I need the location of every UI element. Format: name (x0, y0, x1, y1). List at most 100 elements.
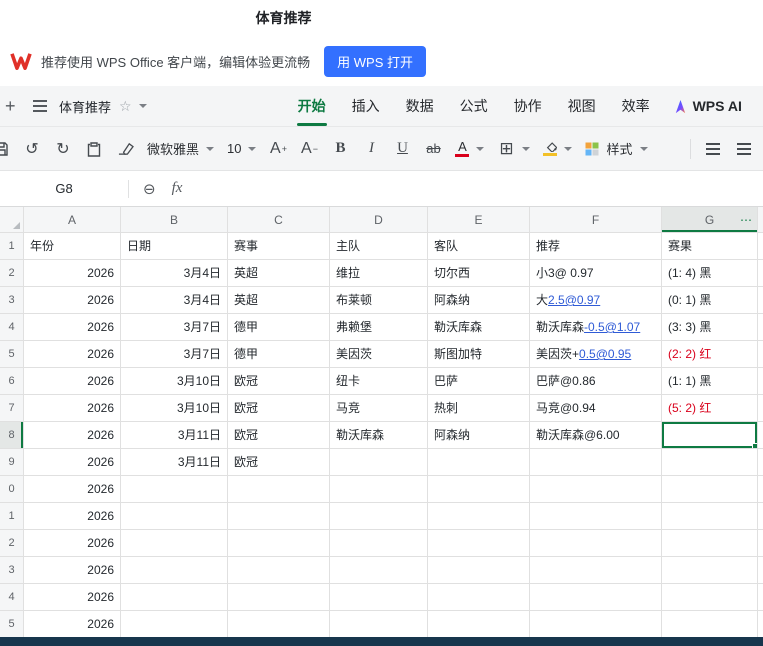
row-header[interactable]: 5 (0, 611, 24, 638)
grid-cell[interactable] (530, 557, 662, 584)
column-header-E[interactable]: E (428, 207, 530, 233)
grid-cell[interactable]: 欧冠 (228, 395, 330, 422)
align-center-icon[interactable] (735, 135, 753, 163)
grid-cell[interactable] (662, 611, 758, 638)
wps-ai-button[interactable]: WPS AI (673, 98, 742, 114)
column-header-F[interactable]: F (530, 207, 662, 233)
fill-color-button[interactable] (543, 141, 573, 156)
hamburger-menu-icon[interactable] (33, 105, 47, 107)
grid-cell[interactable]: 推荐 (530, 233, 662, 260)
row-header[interactable]: 2 (0, 260, 24, 287)
grid-cell[interactable]: 勒沃库森 (330, 422, 428, 449)
favorite-star-icon[interactable]: ☆ (119, 98, 132, 115)
row-header[interactable]: 5 (0, 341, 24, 368)
row-header[interactable]: 2 (0, 530, 24, 557)
grid-cell[interactable]: 2026 (24, 449, 121, 476)
column-header-C[interactable]: C (228, 207, 330, 233)
grid-cell[interactable]: 勒沃库森-0.5@1.07 (530, 314, 662, 341)
grid-cell[interactable]: 维拉 (330, 260, 428, 287)
grid-cell[interactable] (330, 557, 428, 584)
doc-menu-chevron-icon[interactable] (138, 104, 147, 108)
increase-font-size-button[interactable]: A + (269, 135, 287, 163)
paste-icon[interactable] (85, 135, 103, 163)
undo-icon[interactable]: ↺ (23, 135, 41, 163)
open-in-wps-button[interactable]: 用 WPS 打开 (324, 45, 427, 77)
grid-cell[interactable]: 2026 (24, 260, 121, 287)
grid-cell[interactable] (428, 449, 530, 476)
decrease-font-size-button[interactable]: A − (300, 135, 318, 163)
new-tab-plus-icon[interactable]: + (5, 96, 19, 117)
grid-cell[interactable] (662, 557, 758, 584)
grid-cell[interactable]: 巴萨@0.86 (530, 368, 662, 395)
row-header[interactable]: 1 (0, 503, 24, 530)
grid-cell[interactable]: 2026 (24, 287, 121, 314)
grid-cell[interactable]: 3月4日 (121, 287, 228, 314)
grid-cell[interactable]: 马竞 (330, 395, 428, 422)
grid-cell[interactable]: 2026 (24, 368, 121, 395)
grid-cell[interactable] (428, 611, 530, 638)
grid-cell[interactable]: 赛果 (662, 233, 758, 260)
grid-cell[interactable]: 勒沃库森 (428, 314, 530, 341)
grid-cell[interactable] (530, 476, 662, 503)
grid-cell[interactable]: 巴萨 (428, 368, 530, 395)
grid-cell[interactable] (121, 584, 228, 611)
row-header[interactable]: 8 (0, 422, 24, 449)
grid-cell[interactable]: (5: 2) 红 (662, 395, 758, 422)
insert-function-icon[interactable]: fx (172, 180, 183, 197)
grid-cell[interactable] (428, 476, 530, 503)
grid-cell[interactable] (121, 476, 228, 503)
grid-cell[interactable] (330, 530, 428, 557)
grid-cell[interactable] (428, 503, 530, 530)
row-header[interactable]: 9 (0, 449, 24, 476)
grid-cell[interactable]: (0: 1) 黑 (662, 287, 758, 314)
menu-tab[interactable]: 视图 (555, 86, 609, 126)
grid-cell[interactable]: 日期 (121, 233, 228, 260)
grid-cell[interactable]: 2026 (24, 395, 121, 422)
save-icon[interactable] (0, 135, 10, 163)
grid-cell[interactable]: 切尔西 (428, 260, 530, 287)
bold-button[interactable]: B (331, 135, 349, 163)
grid-cell[interactable]: 欧冠 (228, 422, 330, 449)
grid-cell[interactable]: 3月4日 (121, 260, 228, 287)
grid-cell[interactable]: 2026 (24, 503, 121, 530)
grid-cell[interactable]: 2026 (24, 611, 121, 638)
grid-cell[interactable] (228, 530, 330, 557)
row-header[interactable]: 4 (0, 314, 24, 341)
menu-tab[interactable]: 协作 (501, 86, 555, 126)
grid-cell[interactable]: 欧冠 (228, 368, 330, 395)
grid-cell[interactable] (530, 611, 662, 638)
grid-cell[interactable]: (1: 1) 黑 (662, 368, 758, 395)
row-header[interactable]: 6 (0, 368, 24, 395)
strikethrough-button[interactable]: ab (424, 135, 442, 163)
row-header[interactable]: 0 (0, 476, 24, 503)
grid-cell[interactable]: 纽卡 (330, 368, 428, 395)
grid-cell[interactable]: 欧冠 (228, 449, 330, 476)
grid-cell[interactable] (121, 530, 228, 557)
grid-cell[interactable] (121, 503, 228, 530)
grid-cell[interactable] (228, 476, 330, 503)
grid-cell[interactable]: 3月7日 (121, 341, 228, 368)
grid-cell[interactable]: 2026 (24, 422, 121, 449)
grid-cell[interactable]: 弗赖堡 (330, 314, 428, 341)
grid-cell[interactable]: 3月11日 (121, 422, 228, 449)
grid-cell[interactable]: 2026 (24, 341, 121, 368)
grid-cell[interactable]: 3月7日 (121, 314, 228, 341)
grid-cell[interactable] (662, 476, 758, 503)
align-left-icon[interactable] (704, 135, 722, 163)
more-columns-indicator[interactable]: ⋯ (740, 213, 753, 227)
select-all-corner[interactable] (0, 207, 24, 233)
borders-button[interactable]: ⊞ (497, 135, 531, 163)
grid-cell[interactable]: 布莱顿 (330, 287, 428, 314)
grid-cell[interactable] (428, 530, 530, 557)
cell-hyperlink[interactable]: 2.5@0.97 (548, 293, 600, 307)
grid-cell[interactable] (228, 557, 330, 584)
grid-cell[interactable]: 3月10日 (121, 368, 228, 395)
menu-tab[interactable]: 数据 (393, 86, 447, 126)
row-header[interactable]: 7 (0, 395, 24, 422)
font-color-button[interactable]: A (455, 140, 485, 157)
grid-cell[interactable]: 热刺 (428, 395, 530, 422)
grid-cell[interactable] (530, 503, 662, 530)
grid-cell[interactable] (428, 584, 530, 611)
column-header-A[interactable]: A (24, 207, 121, 233)
row-header[interactable]: 4 (0, 584, 24, 611)
